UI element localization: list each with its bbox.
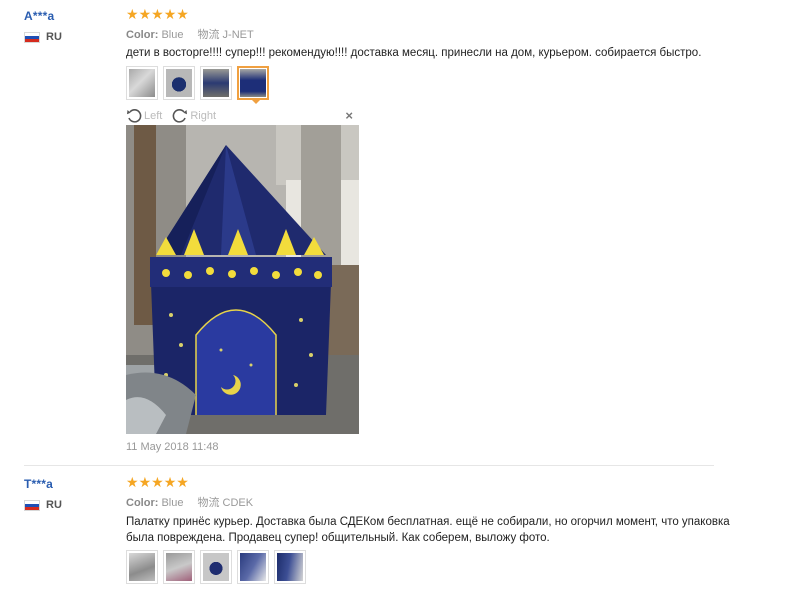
russia-flag-icon [24, 31, 40, 43]
order-info: Color: Blue 物流 J-NET [126, 26, 254, 42]
country-code: RU [46, 31, 62, 43]
photo-viewer-toolbar: Left Right × [126, 107, 359, 125]
tent-photo-image [126, 125, 359, 434]
reviewer-name: A***a [24, 9, 55, 23]
order-info: Color: Blue 物流 CDEK [126, 494, 253, 510]
photo-viewer: Left Right × [126, 107, 359, 434]
review-divider [24, 465, 714, 466]
rotate-left-label: Left [144, 110, 163, 122]
photo-thumbnail[interactable] [200, 66, 232, 100]
photo-thumbnail[interactable] [163, 550, 195, 584]
star-icon: ★ [138, 6, 152, 22]
star-icon: ★ [176, 474, 189, 490]
photo-thumbnail[interactable] [274, 550, 306, 584]
rating-stars: ★ ★ ★ ★ ★ [126, 475, 189, 489]
rotate-left-button[interactable]: Left [126, 108, 162, 124]
star-icon: ★ [163, 6, 177, 22]
review-photo-large [126, 125, 359, 434]
color-value: Blue [161, 29, 184, 41]
star-icon: ★ [126, 6, 139, 22]
rotate-right-icon [173, 109, 188, 123]
rotate-right-label: Right [190, 110, 217, 122]
star-icon: ★ [163, 474, 177, 490]
color-label: Color: [126, 497, 159, 509]
close-viewer-button[interactable]: × [345, 108, 353, 123]
rating-stars: ★ ★ ★ ★ ★ [126, 7, 189, 21]
reviewer-country: RU [24, 499, 62, 511]
photo-thumbnail[interactable] [200, 550, 232, 584]
review-text: дети в восторге!!!! супер!!! рекомендую!… [126, 47, 702, 59]
photo-thumbnails [126, 66, 269, 104]
star-icon: ★ [126, 474, 139, 490]
shipping-method: 物流 J-NET [197, 29, 254, 41]
star-icon: ★ [138, 474, 152, 490]
review-item: A***a RU ★ ★ ★ ★ ★ Color: Blue 物流 J-NET д… [0, 0, 800, 465]
color-value: Blue [161, 497, 184, 509]
review-text: Палатку принёс курьер. Доставка была СДЕ… [126, 516, 730, 544]
photo-thumbnail[interactable] [237, 550, 269, 584]
photo-thumbnail-active[interactable] [237, 66, 269, 104]
reviewer-country: RU [24, 31, 62, 43]
review-date: 11 May 2018 11:48 [126, 441, 219, 453]
star-icon: ★ [151, 6, 164, 22]
photo-thumbnail[interactable] [126, 66, 158, 100]
rotate-left-icon [127, 109, 142, 123]
photo-thumbnail[interactable] [126, 550, 158, 584]
photo-thumbnail[interactable] [163, 66, 195, 100]
star-icon: ★ [151, 474, 164, 490]
reviewer-name: T***a [24, 477, 54, 491]
russia-flag-icon [24, 499, 40, 511]
color-label: Color: [126, 29, 159, 41]
photo-thumbnails [126, 550, 306, 584]
country-code: RU [46, 499, 62, 511]
star-icon: ★ [176, 6, 189, 22]
review-item: T***a RU ★ ★ ★ ★ ★ Color: Blue 物流 CDEK Па… [0, 468, 800, 593]
rotate-right-button[interactable]: Right [172, 108, 216, 124]
shipping-method: 物流 CDEK [197, 497, 254, 509]
